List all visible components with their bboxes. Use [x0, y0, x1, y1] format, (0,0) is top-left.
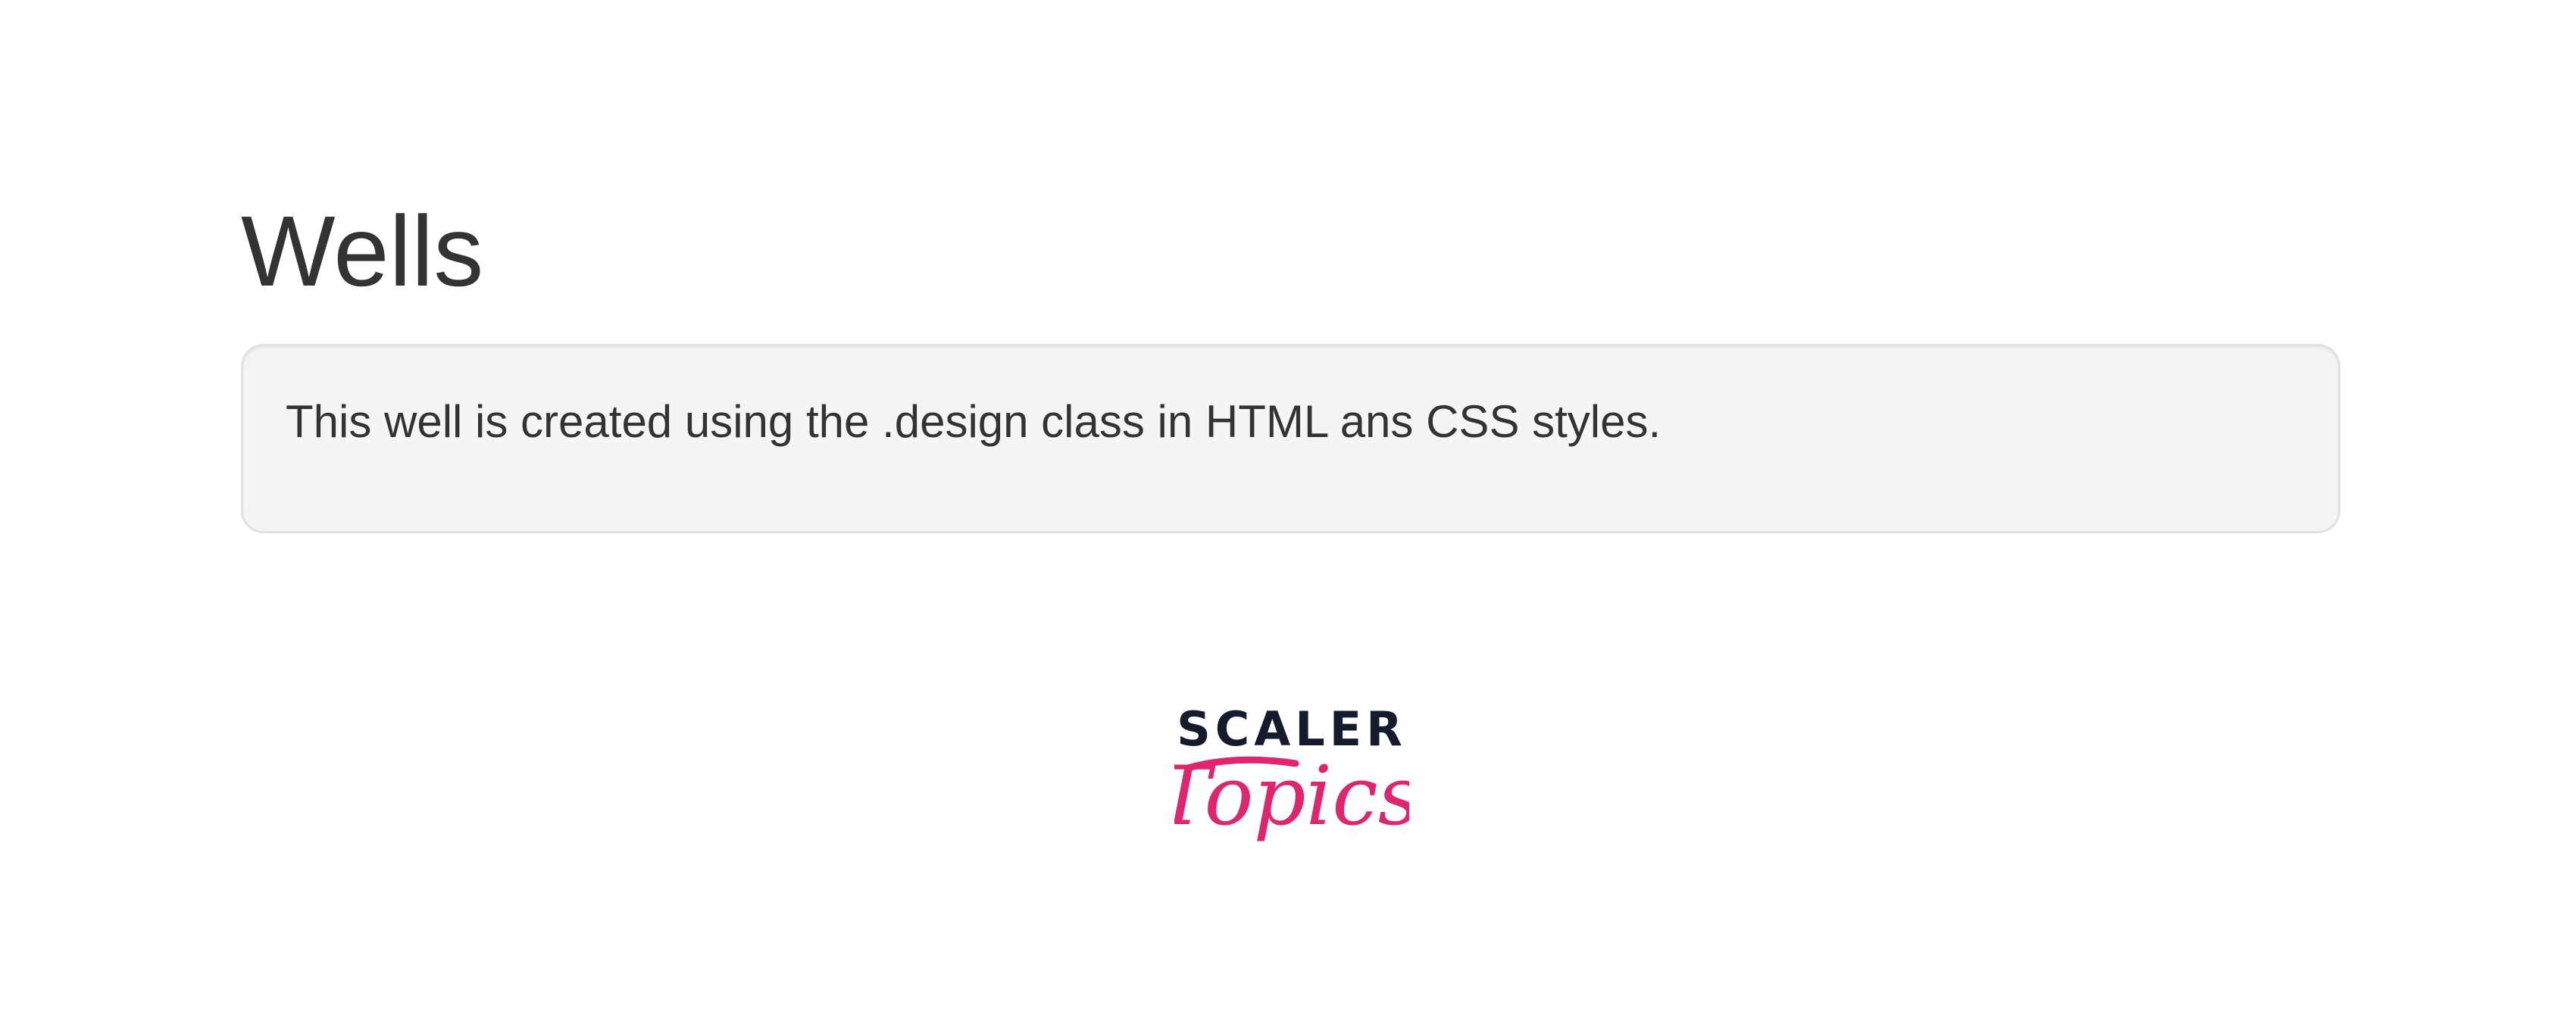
page: Wells This well is created using the .de…	[0, 0, 2576, 1018]
page-title: Wells	[241, 195, 484, 307]
well-text: This well is created using the .design c…	[286, 396, 1662, 447]
scaler-topics-logo-graphic: SCALER Topics	[1174, 701, 1409, 844]
scaler-topics-logo: SCALER Topics	[1174, 689, 1409, 879]
well-container: This well is created using the .design c…	[241, 344, 2340, 533]
